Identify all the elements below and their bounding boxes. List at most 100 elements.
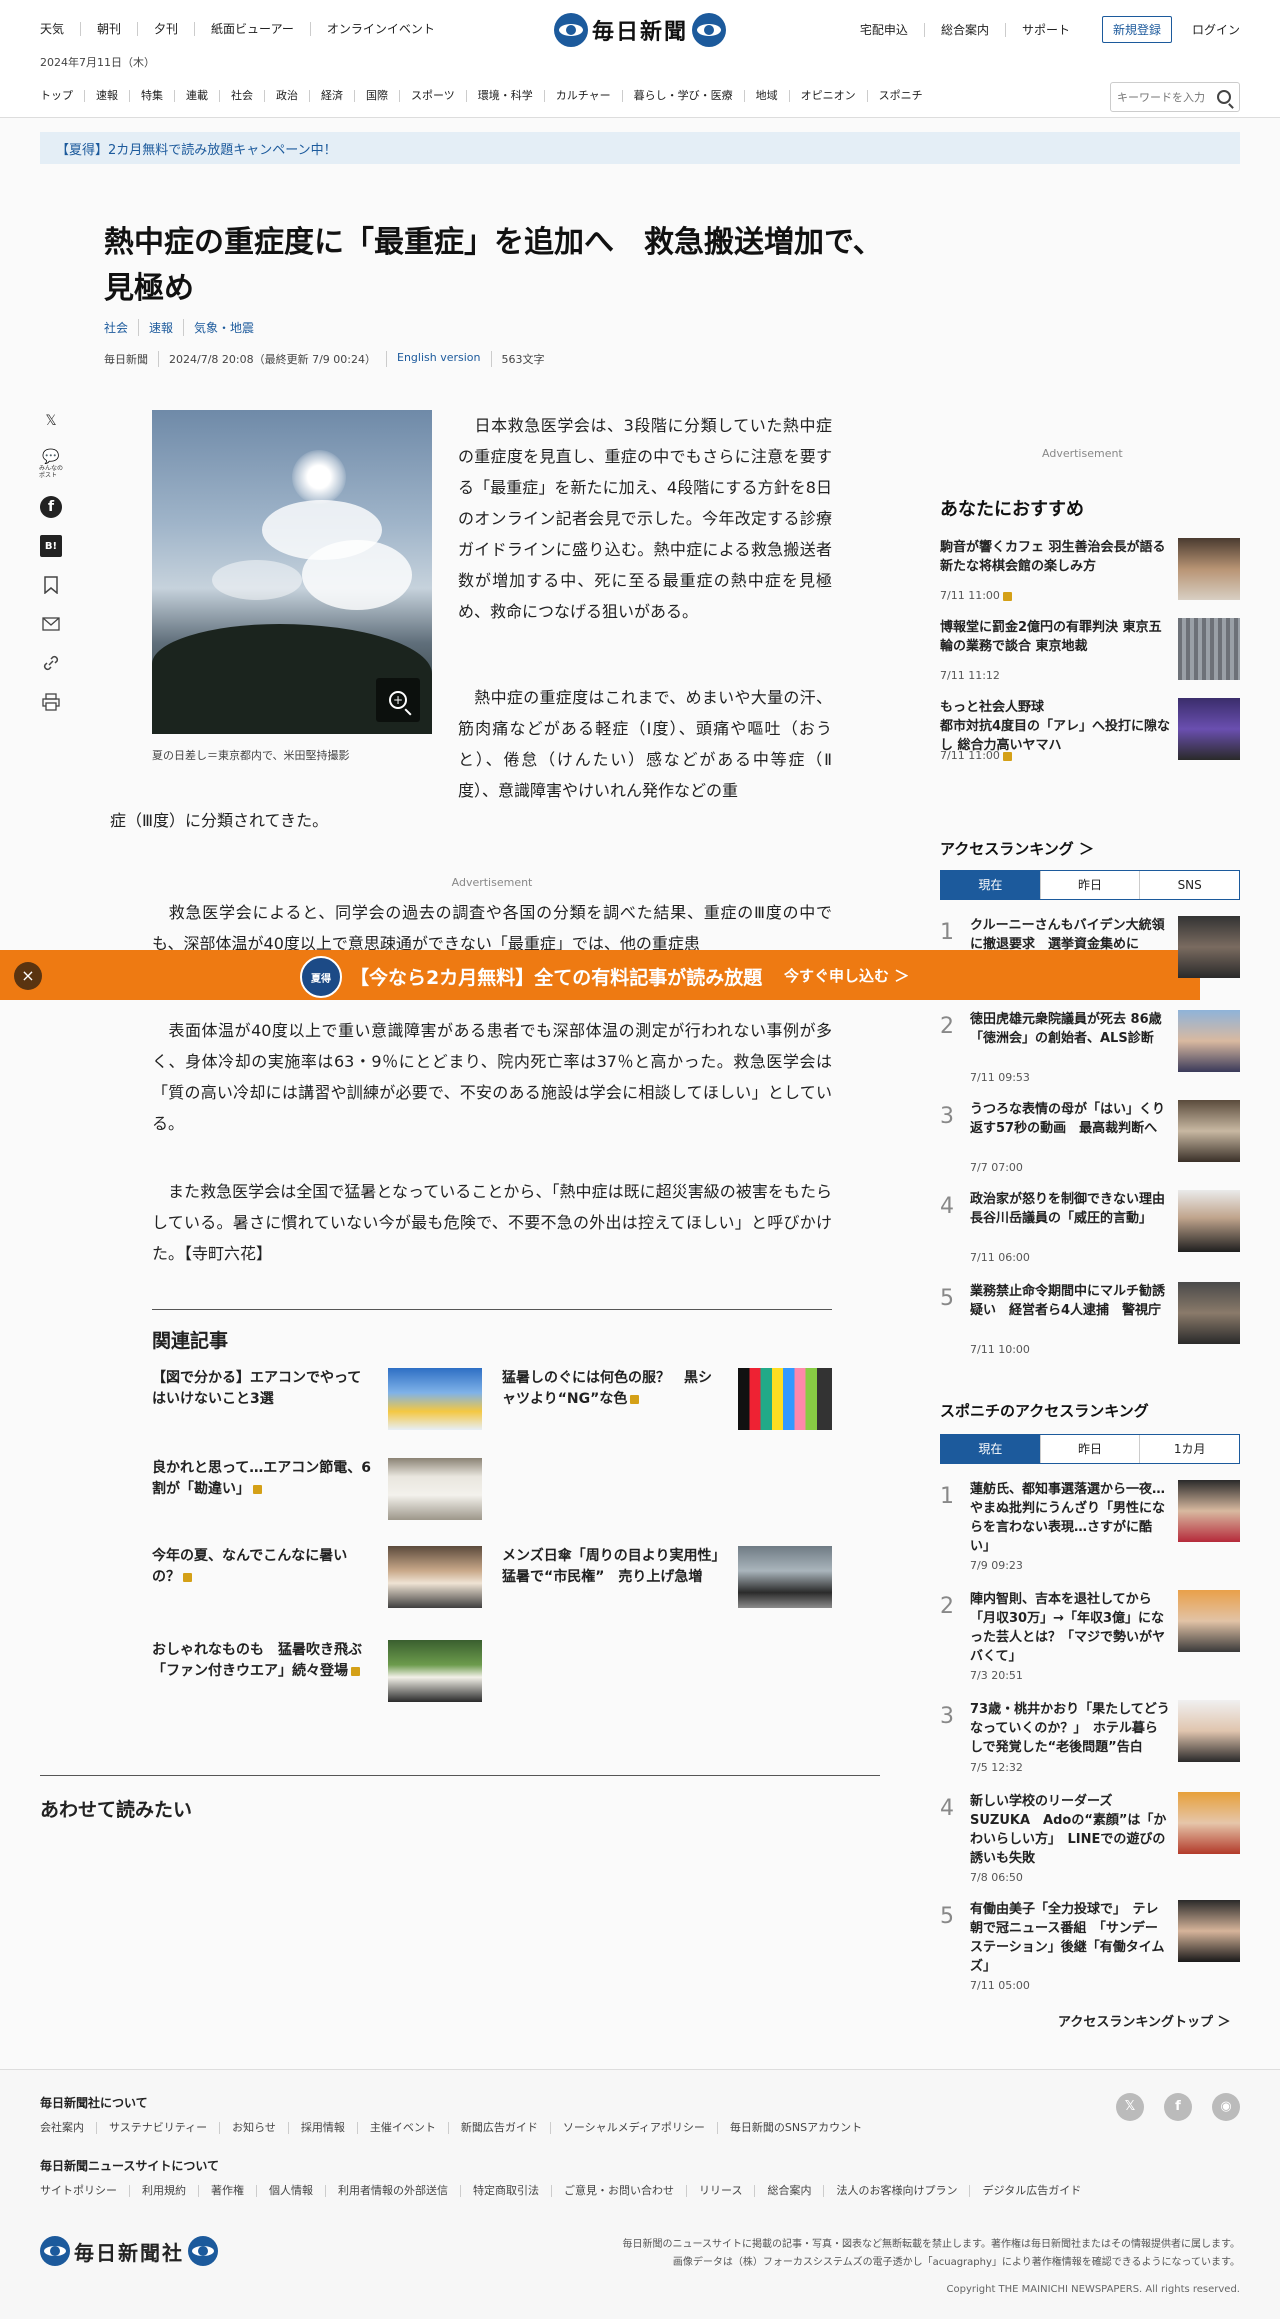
ranking-title[interactable]: アクセスランキング ＞	[940, 838, 1094, 859]
footer-link[interactable]: 毎日新聞のSNSアカウント	[718, 2122, 874, 2134]
footer-link[interactable]: 新聞広告ガイド	[449, 2122, 551, 2134]
footer-link[interactable]: ソーシャルメディアポリシー	[551, 2122, 718, 2134]
ranking-item-title: 業務禁止命令期間中にマルチ勧誘疑い 経営者ら4人逮捕 警視庁	[970, 1284, 1166, 1318]
rss-icon[interactable]: ◉	[1212, 2093, 1240, 2121]
category-item[interactable]: 連載	[175, 90, 220, 102]
category-item[interactable]: 国際	[355, 90, 400, 102]
sponichi-ranking-item[interactable]: 1 蓮舫氏、都知事選落選から一夜…やまぬ批判にうんざり「男性にならを言わない表現…	[940, 1480, 1240, 1572]
x-icon[interactable]: 𝕏	[40, 410, 62, 432]
top-nav-evening[interactable]: 夕刊	[154, 22, 196, 36]
promo-banner[interactable]: 【夏得】2カ月無料で読み放題キャンペーン中！	[40, 132, 1240, 164]
category-item[interactable]: スポニチ	[868, 90, 934, 102]
category-item[interactable]: 暮らし・学び・医療	[623, 90, 745, 102]
footer-link[interactable]: 主催イベント	[358, 2122, 449, 2134]
footer-link[interactable]: 総合案内	[755, 2185, 825, 2197]
mail-icon[interactable]	[40, 613, 62, 635]
bookmark-icon[interactable]	[40, 574, 62, 596]
ranking-item-time: 7/3 20:51	[970, 1669, 1023, 1682]
footer-link[interactable]: 採用情報	[289, 2122, 358, 2134]
ranking-item[interactable]: 2 徳田虎雄元衆院議員が死去 86歳 「徳洲会」の創始者、ALS診断 7/11 …	[940, 1010, 1240, 1084]
footer-link[interactable]: 著作権	[199, 2185, 257, 2197]
ranking-item[interactable]: 1 クルーニーさんもバイデン大統領に撤退要求 選挙資金集めに	[940, 916, 1240, 990]
footer-logo[interactable]: 毎日新聞社	[40, 2236, 218, 2266]
related-item[interactable]: 良かれと思って…エアコン節電、6割が「勘違い」	[152, 1458, 482, 1522]
category-item[interactable]: 環境・科学	[467, 90, 545, 102]
footer-link[interactable]: 法人のお客様向けプラン	[824, 2185, 971, 2197]
support-link[interactable]: サポート	[1006, 23, 1086, 37]
tab-sponichi-now[interactable]: 現在	[941, 1435, 1040, 1463]
tab-ranking-yesterday[interactable]: 昨日	[1039, 871, 1140, 899]
ranking-item[interactable]: 4 政治家が怒りを制御できない理由 長谷川岳議員の「威圧的言動」 7/11 06…	[940, 1190, 1240, 1264]
ranking-item[interactable]: 5 業務禁止命令期間中にマルチ勧誘疑い 経営者ら4人逮捕 警視庁 7/11 10…	[940, 1282, 1240, 1356]
related-item[interactable]: 猛暑しのぐには何色の服？ 黒シャツより“NG”な色	[502, 1368, 832, 1432]
recommend-item[interactable]: 駒音が響くカフェ 羽生善治会長が語る新たな将棋会館の楽しみ方 7/11 11:0…	[940, 538, 1240, 602]
footer-link[interactable]: ご意見・お問い合わせ	[552, 2185, 687, 2197]
related-item[interactable]: 今年の夏、なんでこんなに暑いの？	[152, 1546, 482, 1610]
category-item[interactable]: 地域	[745, 90, 790, 102]
footer-link[interactable]: 利用規約	[130, 2185, 199, 2197]
tab-sponichi-month[interactable]: 1カ月	[1139, 1435, 1240, 1463]
tag-link[interactable]: 社会	[104, 319, 140, 336]
footer-link[interactable]: デジタル広告ガイド	[970, 2185, 1093, 2197]
recommend-item[interactable]: 博報堂に罰金2億円の有罪判決 東京五輪の業務で談合 東京地裁 7/11 11:1…	[940, 618, 1240, 682]
footer-link[interactable]: リリース	[687, 2185, 756, 2197]
related-item[interactable]: おしゃれなものも 猛暑吹き飛ぶ「ファン付きウエア」続々登場	[152, 1640, 482, 1704]
category-item[interactable]: スポーツ	[400, 90, 467, 102]
recommend-item[interactable]: もっと社会人野球 都市対抗4度目の「アレ」へ投打に隙なし 総合力高いヤマハ 7/…	[940, 698, 1240, 762]
comment-icon[interactable]: 💬 みんなの ポスト	[39, 449, 63, 479]
tag-link[interactable]: 速報	[139, 319, 185, 336]
article-photo[interactable]: +	[152, 410, 432, 734]
category-item[interactable]: カルチャー	[545, 90, 623, 102]
category-item[interactable]: 政治	[265, 90, 310, 102]
x-icon[interactable]: 𝕏	[1116, 2093, 1144, 2121]
footer-link[interactable]: サイトポリシー	[40, 2185, 130, 2197]
print-icon[interactable]	[40, 691, 62, 713]
register-button[interactable]: 新規登録	[1101, 16, 1172, 43]
article-paragraph: 表面体温が40度以上で重い意識障害がある患者でも深部体温の測定が行われない事例が…	[152, 1021, 832, 1133]
subscribe-now-button[interactable]: 今すぐ申し込む ＞	[784, 965, 909, 986]
related-item[interactable]: メンズ日傘「周りの目より実用性」 猛暑で“市民権” 売り上げ急増	[502, 1546, 832, 1610]
footer-link[interactable]: 個人情報	[257, 2185, 326, 2197]
sponichi-ranking-item[interactable]: 3 73歳・桃井かおり「果たしてどうなっていくのか？」 ホテル暮らしで発覚した“…	[940, 1700, 1240, 1774]
footer-link[interactable]: サステナビリティー	[97, 2122, 221, 2134]
category-item[interactable]: 社会	[220, 90, 265, 102]
footer-link[interactable]: お知らせ	[220, 2122, 289, 2134]
info-link[interactable]: 総合案内	[925, 22, 1006, 37]
tab-sponichi-yesterday[interactable]: 昨日	[1039, 1435, 1140, 1463]
facebook-icon[interactable]: f	[1164, 2093, 1192, 2121]
footer-link[interactable]: 会社案内	[40, 2122, 97, 2134]
category-item[interactable]: 経済	[310, 90, 355, 102]
sponichi-ranking-item[interactable]: 4 新しい学校のリーダーズ SUZUKA Adoの“素顔”は「かわいらしい方」 …	[940, 1792, 1240, 1884]
related-item[interactable]: 【図で分かる】エアコンでやってはいけないこと3選	[152, 1368, 482, 1432]
top-nav-morning[interactable]: 朝刊	[97, 22, 139, 36]
category-item[interactable]: オピニオン	[790, 90, 868, 102]
site-logo[interactable]: 毎日新聞	[548, 12, 732, 48]
close-icon[interactable]: ×	[14, 962, 42, 990]
ranking-item[interactable]: 3 うつろな表情の母が「はい」くり返す57秒の動画 最高裁判断へ 7/7 07:…	[940, 1100, 1240, 1174]
tab-ranking-sns[interactable]: SNS	[1139, 871, 1240, 899]
login-link[interactable]: ログイン	[1192, 21, 1240, 38]
top-nav-events[interactable]: オンラインイベント	[327, 22, 451, 36]
zoom-button[interactable]: +	[376, 678, 420, 722]
link-icon[interactable]	[40, 652, 62, 674]
tag-link[interactable]: 気象・地震	[184, 319, 264, 336]
current-date: 2024年7月11日（木）	[40, 56, 155, 69]
sponichi-ranking-item[interactable]: 2 陣内智則、吉本を退社してから「月収30万」→「年収3億」になった芸人とは？「…	[940, 1590, 1240, 1682]
category-item[interactable]: 特集	[130, 90, 175, 102]
category-item[interactable]: トップ	[40, 90, 85, 102]
category-item[interactable]: 速報	[85, 90, 130, 102]
sponichi-ranking-item[interactable]: 5 有働由美子「全力投球で」 テレ朝で冠ニュース番組 「サンデーステーション」後…	[940, 1900, 1240, 1992]
facebook-icon[interactable]: f	[40, 496, 62, 518]
top-nav-viewer[interactable]: 紙面ビューアー	[211, 22, 311, 36]
tab-ranking-now[interactable]: 現在	[941, 871, 1040, 899]
footer-link[interactable]: 特定商取引法	[461, 2185, 552, 2197]
photo-caption: 夏の日差し＝東京都内で、米田堅持撮影	[152, 749, 350, 762]
delivery-link[interactable]: 宅配申込	[844, 22, 925, 37]
search-input[interactable]	[1117, 90, 1213, 104]
english-version-link[interactable]: English version	[387, 351, 492, 367]
footer-link[interactable]: 利用者情報の外部送信	[326, 2185, 461, 2197]
top-nav-weather[interactable]: 天気	[40, 22, 82, 36]
ranking-top-link[interactable]: アクセスランキングトップ ＞	[1058, 2011, 1231, 2030]
hatena-icon[interactable]: B!	[40, 535, 62, 557]
search-icon[interactable]	[1217, 90, 1231, 104]
